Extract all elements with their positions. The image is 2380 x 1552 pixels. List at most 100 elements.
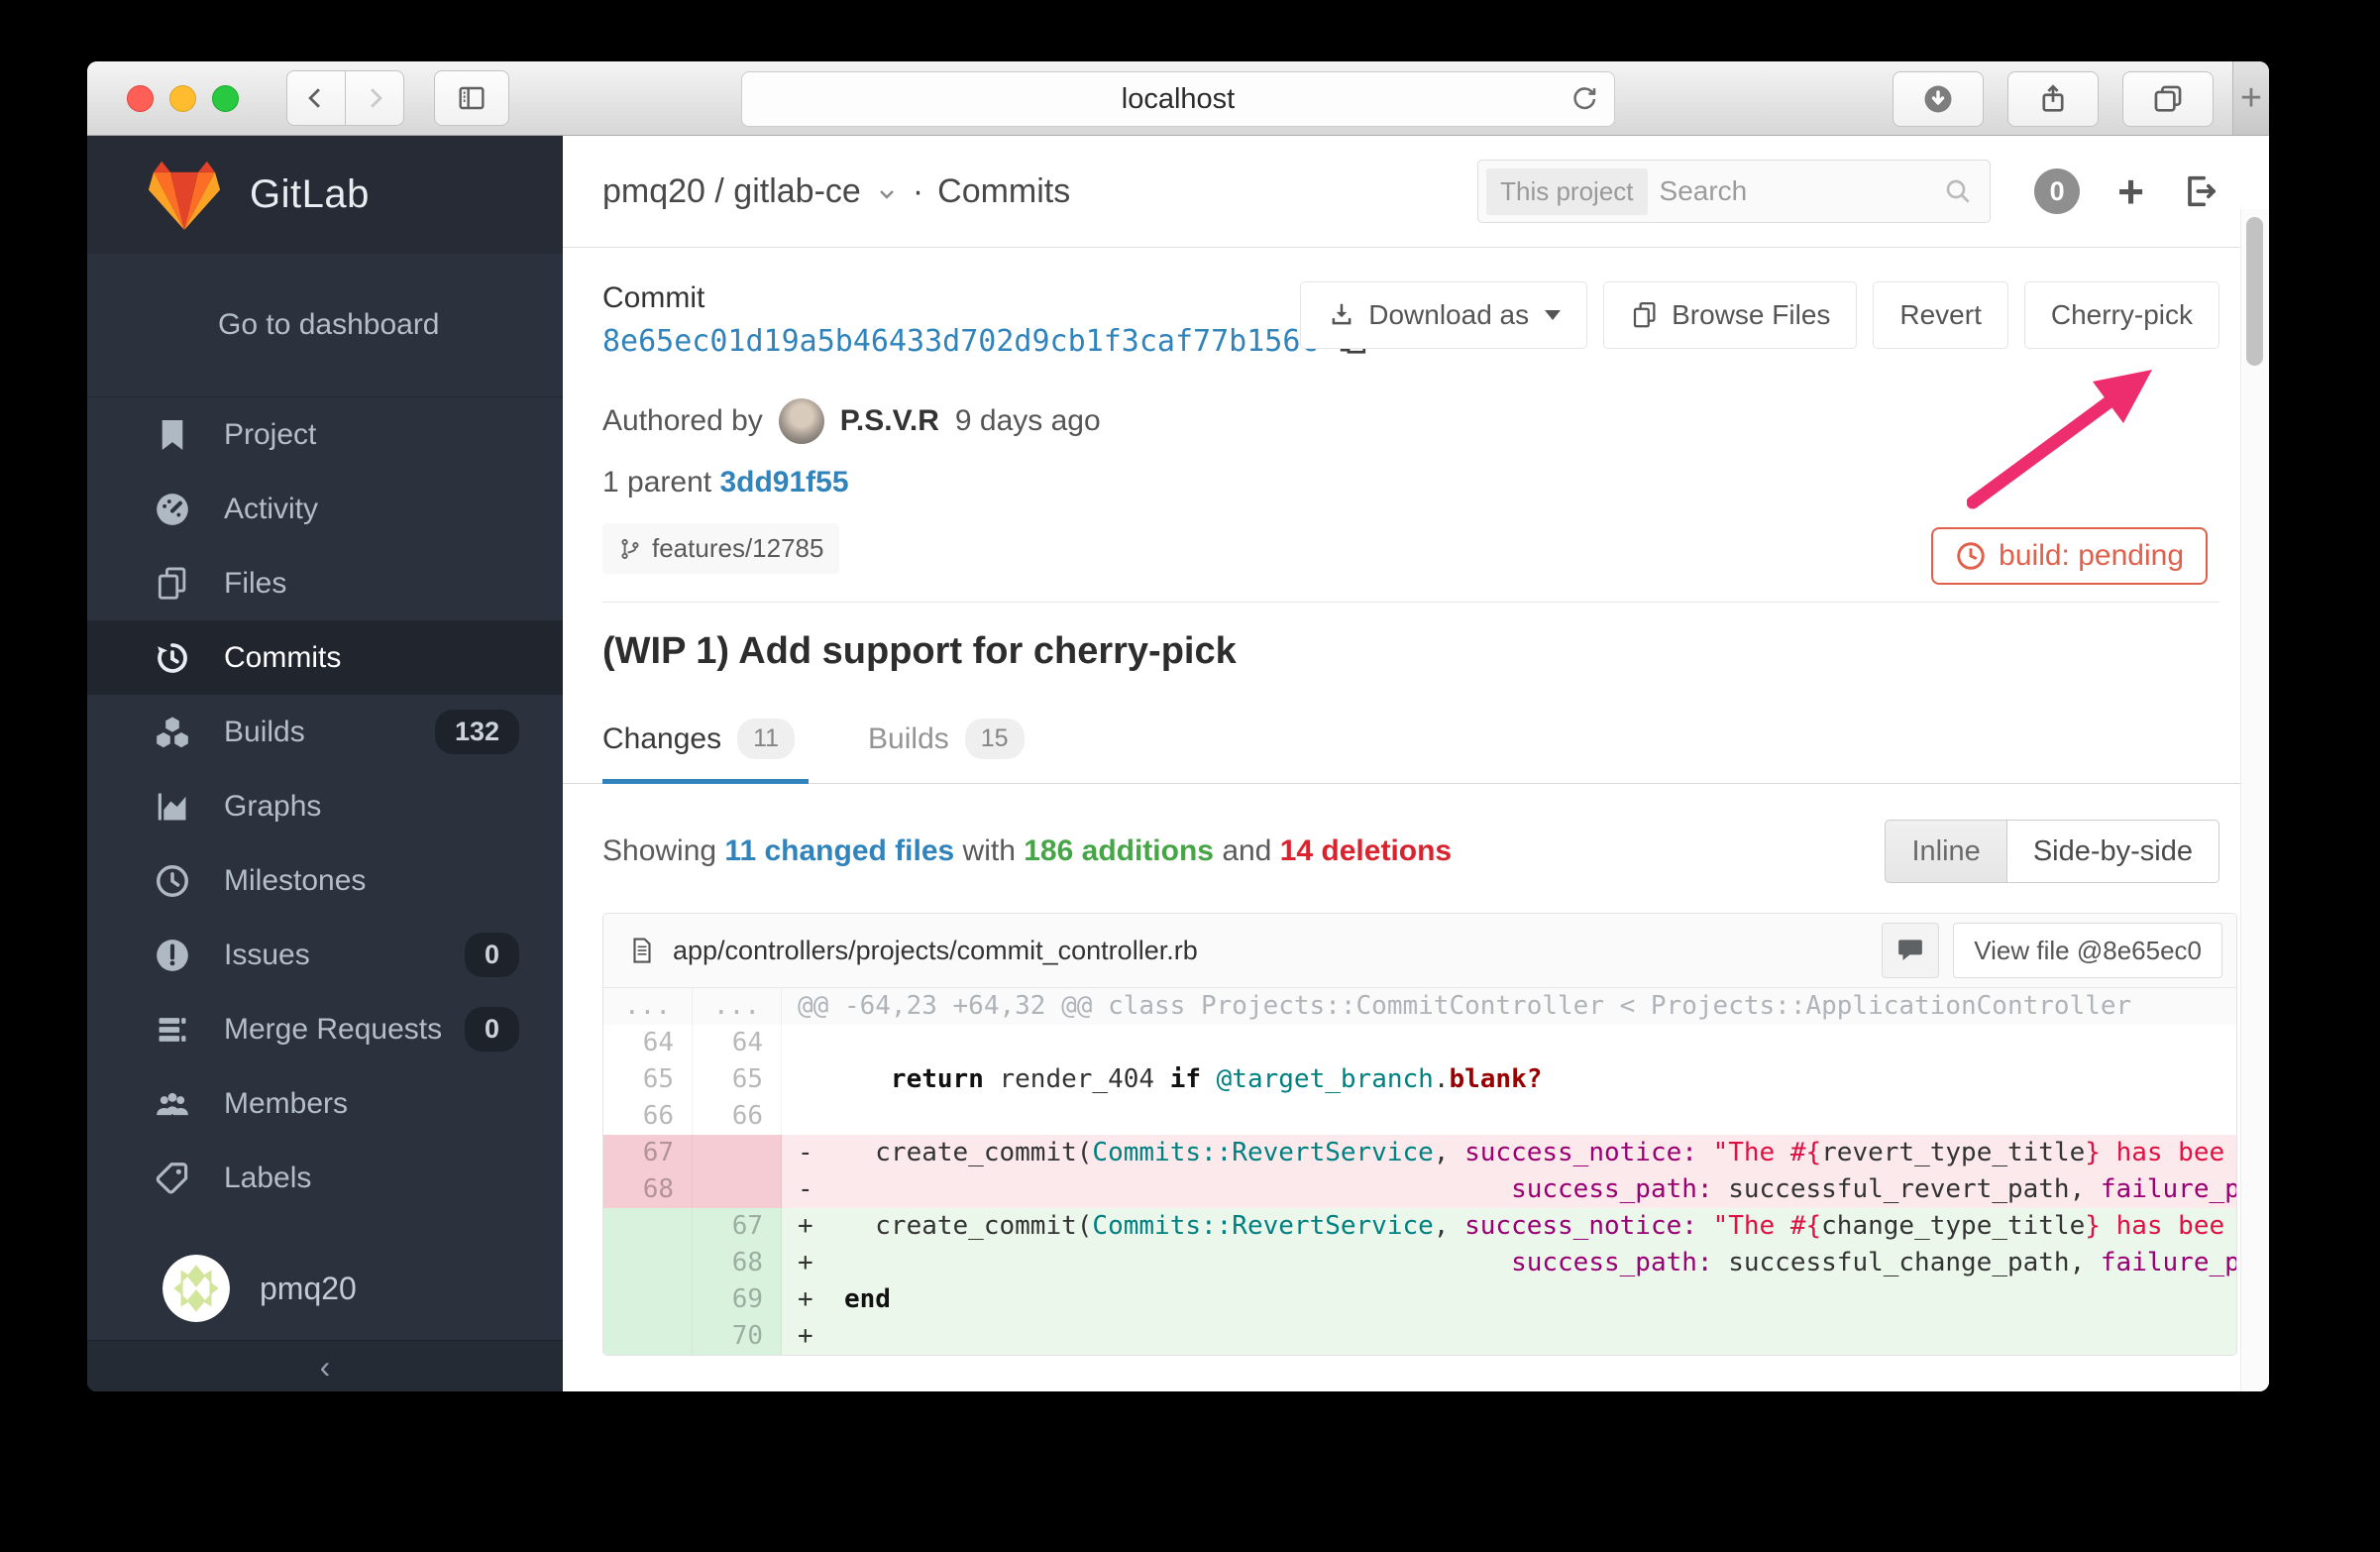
address-bar[interactable]: localhost [741, 71, 1615, 127]
sidebar-item-issues[interactable]: Issues 0 [87, 918, 563, 992]
diff-old-line-number[interactable]: ... [603, 988, 693, 1025]
side-by-side-toggle-button[interactable]: Side-by-side [2006, 820, 2219, 883]
search-input[interactable]: This project Search [1477, 160, 1992, 223]
avatar [162, 1255, 230, 1322]
author-name[interactable]: P.S.V.R [840, 404, 939, 438]
diff-code-line: + create_commit(Commits::RevertService, … [782, 1208, 2236, 1245]
tab-changes[interactable]: Changes 11 [602, 719, 810, 784]
parent-sha-link[interactable]: 3dd91f55 [719, 466, 848, 499]
sidebar-user[interactable]: pmq20 [87, 1237, 563, 1340]
go-to-dashboard-link[interactable]: Go to dashboard [87, 254, 563, 397]
sidebar-item-activity[interactable]: Activity [87, 472, 563, 546]
sidebar-item-label: Builds [224, 715, 305, 748]
diff-new-line-number[interactable]: 69 [693, 1281, 782, 1318]
diff-old-line-number[interactable] [603, 1281, 693, 1318]
chevron-down-icon[interactable] [875, 182, 899, 206]
diff-row: 64 64 [603, 1025, 2236, 1061]
page-scrollbar[interactable] [2240, 209, 2269, 1391]
breadcrumb-project[interactable]: pmq20 / gitlab-ce [602, 172, 861, 211]
build-status-badge[interactable]: build: pending [1931, 527, 2208, 585]
sidebar-item-files[interactable]: Files [87, 546, 563, 620]
new-project-button[interactable]: + [2117, 168, 2144, 214]
gitlab-brand[interactable]: GitLab [87, 136, 563, 254]
diff-new-line-number[interactable]: 67 [693, 1208, 782, 1245]
file-path[interactable]: app/controllers/projects/commit_controll… [673, 936, 1198, 966]
changed-files-link[interactable]: 11 changed files [724, 834, 954, 867]
diff-old-line-number[interactable]: 68 [603, 1171, 693, 1208]
scrollbar-thumb[interactable] [2246, 217, 2263, 366]
diff-row: 65 65 return render_404 if @target_branch… [603, 1061, 2236, 1098]
comment-bubble-icon [1898, 940, 1923, 960]
sidebar-item-members[interactable]: Members [87, 1066, 563, 1141]
diff-old-line-number[interactable]: 66 [603, 1098, 693, 1135]
diff-new-line-number[interactable]: 64 [693, 1025, 782, 1061]
diff-old-line-number[interactable]: 67 [603, 1135, 693, 1171]
diff-code-line [782, 1025, 2236, 1061]
back-button[interactable] [286, 70, 346, 126]
new-tab-button[interactable]: + [2232, 61, 2269, 135]
diff-new-line-number[interactable]: 66 [693, 1098, 782, 1135]
diff-new-line-number[interactable] [693, 1135, 782, 1171]
stack-icon [151, 1008, 194, 1052]
diff-old-line-number[interactable]: 65 [603, 1061, 693, 1098]
zoom-window-button[interactable] [212, 84, 239, 112]
forward-button[interactable] [346, 70, 404, 126]
url-text: localhost [1121, 82, 1236, 115]
commit-sha: 8e65ec01d19a5b46433d702d9cb1f3caf77b156c [602, 323, 1319, 359]
diff-new-line-number[interactable]: 68 [693, 1245, 782, 1281]
cubes-icon [151, 711, 194, 754]
diff-old-line-number[interactable] [603, 1245, 693, 1281]
sidebar-item-graphs[interactable]: Graphs [87, 769, 563, 843]
sidebar-item-label: Commits [224, 640, 342, 674]
diff-new-line-number[interactable]: 70 [693, 1318, 782, 1355]
todo-count-badge[interactable]: 0 [2034, 168, 2081, 214]
deletions-count: 14 deletions [1279, 834, 1453, 867]
diff-row: ...... @@ -64,23 +64,32 @@ class Projects… [603, 988, 2236, 1025]
sidebar-item-commits[interactable]: Commits [87, 620, 563, 695]
revert-button[interactable]: Revert [1873, 281, 2008, 349]
diff-old-line-number[interactable] [603, 1208, 693, 1245]
diff-code-line [782, 1098, 2236, 1135]
share-button[interactable] [2007, 71, 2099, 127]
diff-row: 70 + [603, 1318, 2236, 1355]
comment-button[interactable] [1882, 923, 1940, 978]
sidebar-badge: 0 [464, 1007, 519, 1052]
branch-tag[interactable]: features/12785 [602, 523, 840, 574]
sidebar-user-name: pmq20 [260, 1270, 357, 1306]
tab-builds[interactable]: Builds 15 [868, 719, 1038, 783]
sidebar-item-labels[interactable]: Labels [87, 1141, 563, 1215]
sidebar-collapse-button[interactable]: ‹ [87, 1340, 563, 1391]
browse-files-button[interactable]: Browse Files [1603, 281, 1858, 349]
downloads-button[interactable] [1893, 71, 1984, 127]
reload-button[interactable] [1569, 83, 1600, 115]
tab-overview-button[interactable] [2122, 71, 2214, 127]
sidebar-badge: 132 [434, 710, 519, 754]
diff-new-line-number[interactable]: 65 [693, 1061, 782, 1098]
close-window-button[interactable] [127, 84, 154, 112]
author-avatar[interactable] [778, 398, 824, 444]
authored-by-label: Authored by [602, 404, 763, 437]
tabs-icon [2154, 85, 2182, 112]
sidebar-item-builds[interactable]: Builds 132 [87, 695, 563, 769]
diff-new-line-number[interactable] [693, 1171, 782, 1208]
diff-old-line-number[interactable] [603, 1318, 693, 1355]
sidebar-item-project[interactable]: Project [87, 397, 563, 472]
diff-new-line-number[interactable]: ... [693, 988, 782, 1025]
download-as-button[interactable]: Download as [1300, 281, 1588, 349]
sign-out-button[interactable] [2180, 171, 2219, 211]
cherry-pick-button[interactable]: Cherry-pick [2023, 281, 2219, 349]
sidebar-item-merge-requests[interactable]: Merge Requests 0 [87, 992, 563, 1066]
diff-code-line: - create_commit(Commits::RevertService, … [782, 1135, 2236, 1171]
branch-name: features/12785 [652, 533, 824, 563]
tag-icon [151, 1157, 194, 1200]
diff-old-line-number[interactable]: 64 [603, 1025, 693, 1061]
browser-window: localhost + GitLab Go to dashboard Proje… [87, 61, 2269, 1391]
exclamation-icon [151, 934, 194, 977]
diff-code-line: + [782, 1318, 2236, 1355]
search-scope-chip: This project [1486, 167, 1648, 215]
inline-toggle-button[interactable]: Inline [1885, 820, 2007, 883]
view-file-button[interactable]: View file @8e65ec0 [1953, 923, 2222, 978]
sidebar-item-milestones[interactable]: Milestones [87, 843, 563, 918]
minimize-window-button[interactable] [169, 84, 196, 112]
sidebar-toggle-button[interactable] [434, 70, 509, 126]
